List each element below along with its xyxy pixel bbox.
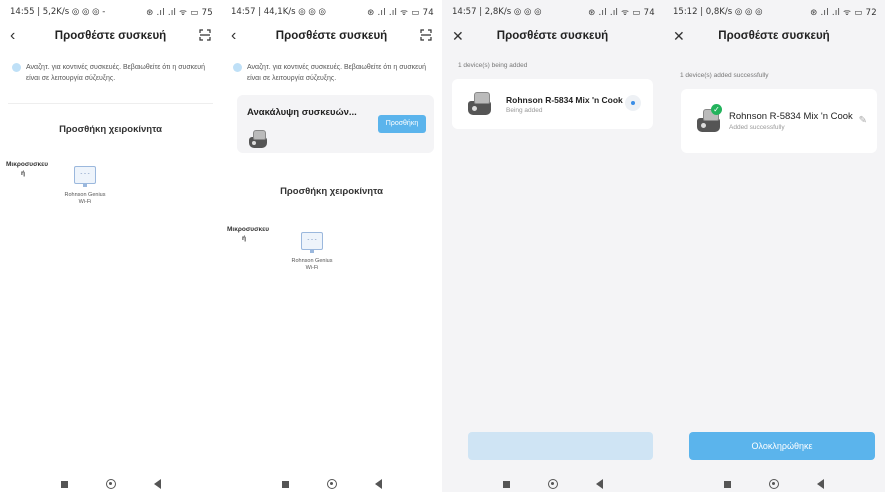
status-bar: 14:57 | 44,1K/s ◎ ◎ ◎ ⊛ .ıl .ıl ᯤ ▭ 74 — [231, 6, 434, 18]
discovery-title: Ανακάλυψη συσκευών... — [247, 107, 357, 118]
system-navbar — [0, 476, 221, 492]
header: ✕ Προσθέστε συσκευή — [442, 26, 663, 48]
scan-icon[interactable] — [420, 29, 432, 41]
device-name: Rohnson R-5834 Mix 'n Cook — [506, 95, 623, 105]
recents-icon[interactable] — [281, 480, 289, 488]
status-right: ⊛ .ıl .ıl ᯤ ▭ 74 — [588, 7, 655, 18]
back-nav-icon[interactable] — [153, 479, 161, 489]
back-nav-icon[interactable] — [817, 479, 824, 489]
check-icon: ✓ — [711, 104, 722, 115]
home-icon[interactable] — [769, 479, 779, 489]
status-left: 14:57 | 44,1K/s ◎ ◎ ◎ — [231, 7, 326, 17]
device-card: Rohnson R-5834 Mix 'n Cook Being added — [452, 79, 653, 129]
wifi-device-icon — [301, 232, 323, 250]
status-left: 15:12 | 0,8K/s ◎ ◎ ◎ — [673, 7, 763, 17]
status-bar: 14:55 | 5,2K/s ◎ ◎ ◎ - ⊛ .ıl .ıl ᯤ ▭ 75 — [10, 6, 213, 18]
cooker-icon — [247, 128, 271, 150]
recents-icon[interactable] — [502, 480, 510, 488]
tip-text: Αναζητ. για κοντινές συσκευές. Βεβαιωθεί… — [12, 62, 215, 84]
manual-add-title: Προσθήκη χειροκίνητα — [280, 186, 383, 197]
loading-spinner-icon — [625, 95, 641, 111]
system-navbar — [442, 476, 663, 492]
device-tile[interactable]: Rohnson Genius Wi-Fi — [60, 166, 110, 206]
lightbulb-icon — [12, 63, 21, 72]
count-label: 1 device(s) being added — [458, 62, 528, 69]
device-status: Being added — [506, 107, 543, 114]
device-tile[interactable]: Rohnson Genius Wi-Fi — [287, 232, 337, 272]
device-status: Added successfully — [729, 124, 785, 131]
done-button[interactable]: Ολοκληρώθηκε — [689, 432, 875, 460]
wifi-device-icon — [74, 166, 96, 184]
system-navbar — [221, 476, 442, 492]
screen-4: 15:12 | 0,8K/s ◎ ◎ ◎ ⊛ .ıl .ıl ᯤ ▭ 72 ✕ … — [663, 0, 885, 492]
discovery-card: Ανακάλυψη συσκευών... Προσθήκη — [237, 95, 434, 153]
device-name: Rohnson R-5834 Mix 'n Cook — [729, 111, 853, 122]
page-title: Προσθέστε συσκευή — [54, 30, 167, 42]
status-right: ⊛ .ıl .ıl ᯤ ▭ 72 — [810, 7, 877, 18]
tip-label: Αναζητ. για κοντινές συσκευές. Βεβαιωθεί… — [26, 64, 206, 82]
status-left: 14:57 | 2,8K/s ◎ ◎ ◎ — [452, 7, 542, 17]
header: ✕ Προσθέστε συσκευή — [663, 26, 885, 48]
status-right: ⊛ .ıl .ıl ᯤ ▭ 74 — [367, 7, 434, 18]
header: ‹ Προσθέστε συσκευή — [0, 26, 221, 48]
screen-3: 14:57 | 2,8K/s ◎ ◎ ◎ ⊛ .ıl .ıl ᯤ ▭ 74 ✕ … — [442, 0, 663, 492]
tip-text: Αναζητ. για κοντινές συσκευές. Βεβαιωθεί… — [233, 62, 436, 84]
screen-1: 14:55 | 5,2K/s ◎ ◎ ◎ - ⊛ .ıl .ıl ᯤ ▭ 75 … — [0, 0, 221, 492]
header: ‹ Προσθέστε συσκευή — [221, 26, 442, 48]
status-bar: 14:57 | 2,8K/s ◎ ◎ ◎ ⊛ .ıl .ıl ᯤ ▭ 74 — [452, 6, 655, 18]
page-title: Προσθέστε συσκευή — [275, 30, 388, 42]
home-icon[interactable] — [547, 479, 558, 489]
back-nav-icon[interactable] — [374, 479, 382, 489]
page-title: Προσθέστε συσκευή — [496, 30, 609, 42]
status-bar: 15:12 | 0,8K/s ◎ ◎ ◎ ⊛ .ıl .ıl ᯤ ▭ 72 — [673, 6, 877, 18]
device-card: ✓ Rohnson R-5834 Mix 'n Cook Added succe… — [681, 89, 877, 153]
status-left: 14:55 | 5,2K/s ◎ ◎ ◎ - — [10, 7, 106, 17]
home-icon[interactable] — [105, 479, 116, 489]
divider — [8, 103, 213, 104]
device-tile-label: Rohnson Genius Wi-Fi — [291, 258, 333, 271]
recents-icon[interactable] — [60, 480, 68, 488]
category-label[interactable]: Μικροσυσκευ ή — [6, 160, 48, 178]
recents-icon[interactable] — [724, 480, 731, 488]
manual-add-title: Προσθήκη χειροκίνητα — [59, 124, 162, 135]
back-nav-icon[interactable] — [595, 479, 603, 489]
home-icon[interactable] — [326, 479, 337, 489]
pencil-icon[interactable]: ✎ — [859, 115, 867, 126]
status-right: ⊛ .ıl .ıl ᯤ ▭ 75 — [146, 7, 213, 18]
system-navbar — [663, 476, 885, 492]
category-label[interactable]: Μικροσυσκευ ή — [227, 225, 269, 243]
add-button[interactable]: Προσθήκη — [378, 115, 426, 133]
device-tile-label: Rohnson Genius Wi-Fi — [64, 192, 106, 205]
done-button-disabled — [468, 432, 653, 460]
scan-icon[interactable] — [199, 29, 211, 41]
count-label: 1 device(s) added successfully — [680, 72, 769, 79]
page-title: Προσθέστε συσκευή — [718, 30, 830, 42]
lightbulb-icon — [233, 63, 242, 72]
screen-2: 14:57 | 44,1K/s ◎ ◎ ◎ ⊛ .ıl .ıl ᯤ ▭ 74 ‹… — [221, 0, 442, 492]
tip-label: Αναζητ. για κοντινές συσκευές. Βεβαιωθεί… — [247, 64, 427, 82]
cooker-icon — [466, 90, 496, 118]
